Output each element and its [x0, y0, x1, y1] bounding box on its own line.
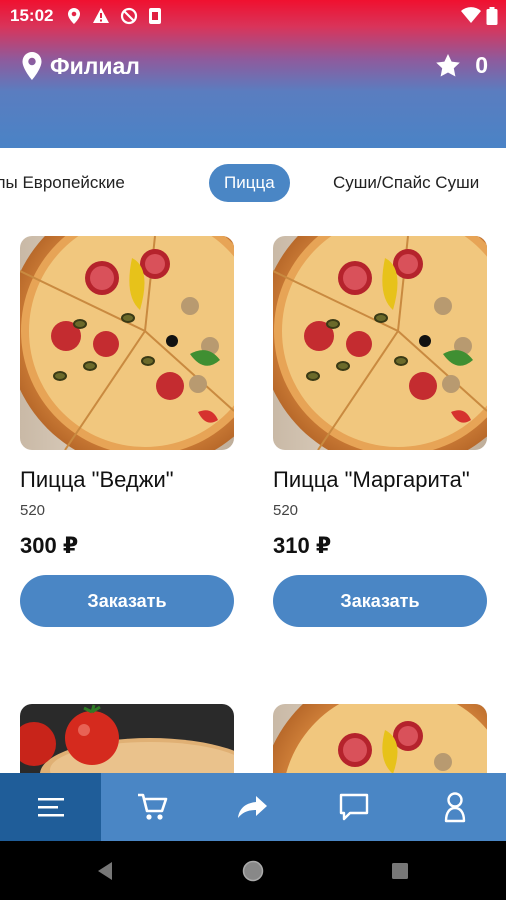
wifi-status-icon: [461, 7, 481, 23]
product-name: Пицца "Маргарита": [273, 467, 470, 492]
product-card[interactable]: Пицца "Веджи" 520 300 ₽ Заказать: [20, 236, 234, 627]
back-icon[interactable]: [96, 861, 114, 881]
recents-icon[interactable]: [391, 862, 409, 880]
category-tabs: Роллы Европейские Пицца Суши/Спайс Суши: [0, 148, 506, 218]
location-pin-icon: [22, 52, 42, 80]
app-header: 15:02 Филиал 0: [0, 0, 506, 148]
product-weight: 520: [273, 502, 299, 519]
order-button[interactable]: Заказать: [273, 575, 487, 627]
nav-share-button[interactable]: [202, 773, 303, 841]
profile-icon: [444, 792, 465, 823]
cart-icon: [137, 793, 167, 820]
nav-chat-button[interactable]: [303, 773, 404, 841]
share-icon: [237, 796, 267, 818]
category-tab-pizza[interactable]: Пицца: [209, 164, 290, 202]
product-weight: 520: [20, 502, 46, 519]
favorites-count: 0: [475, 52, 488, 78]
product-price: 300 ₽: [20, 533, 79, 558]
branch-label: Филиал: [50, 52, 140, 79]
product-name: Пицца "Веджи": [20, 467, 174, 492]
category-tab-sushi[interactable]: Суши/Спайс Суши: [333, 164, 479, 202]
product-card[interactable]: Пицца "Маргарита" 520 310 ₽ Заказать: [273, 236, 487, 627]
nav-cart-button[interactable]: [101, 773, 202, 841]
data-saver-status-icon: [120, 7, 138, 25]
nav-menu-button[interactable]: [0, 773, 101, 841]
product-image[interactable]: [273, 236, 487, 450]
product-image[interactable]: [273, 704, 487, 774]
product-image[interactable]: [20, 236, 234, 450]
menu-icon: [37, 798, 64, 817]
nav-profile-button[interactable]: [404, 773, 505, 841]
category-tab-rolls-european[interactable]: Роллы Европейские: [0, 164, 125, 202]
location-status-icon: [68, 8, 80, 24]
star-icon: [436, 54, 461, 77]
system-navigation-bar: [0, 841, 506, 900]
status-time: 15:02: [10, 6, 54, 25]
warning-status-icon: [93, 8, 109, 23]
chat-icon: [339, 793, 368, 821]
battery-status-icon: [486, 7, 498, 25]
status-bar: 15:02: [0, 0, 506, 32]
sim-status-icon: [149, 8, 161, 24]
bottom-navigation: [0, 773, 506, 841]
product-price: 310 ₽: [273, 533, 332, 558]
favorites-button[interactable]: 0: [435, 52, 488, 79]
home-icon[interactable]: [242, 860, 264, 882]
branch-selector[interactable]: Филиал: [22, 52, 140, 80]
order-button[interactable]: Заказать: [20, 575, 234, 627]
product-image[interactable]: [20, 704, 234, 774]
